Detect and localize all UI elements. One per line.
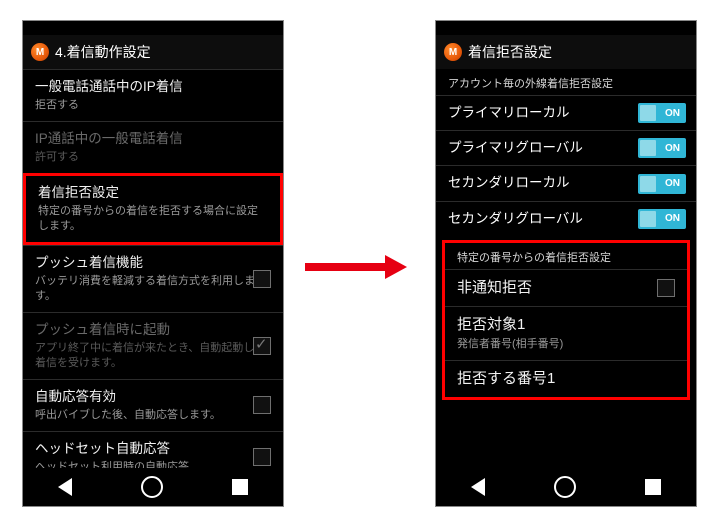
row-ip-in-call[interactable]: 一般電話通話中のIP着信 拒否する	[23, 69, 283, 121]
arrow-icon	[305, 255, 415, 279]
row-push[interactable]: プッシュ着信機能 バッテリ消費を軽減する着信方式を利用します。	[23, 245, 283, 312]
row-title: 拒否する番号1	[457, 369, 675, 389]
recent-icon[interactable]	[645, 479, 661, 495]
toggle-label: ON	[665, 108, 680, 119]
back-icon[interactable]	[471, 478, 485, 496]
row-sub: 拒否する	[35, 98, 271, 113]
settings-list: 一般電話通話中のIP着信 拒否する IP通話中の一般電話着信 許可する 着信拒否…	[23, 69, 283, 468]
home-icon[interactable]	[141, 476, 163, 498]
toggle-on[interactable]: ON	[638, 174, 686, 194]
checkbox[interactable]	[253, 448, 271, 466]
checkbox-checked	[253, 337, 271, 355]
toggle-on[interactable]: ON	[638, 209, 686, 229]
app-bar: M 着信拒否設定	[436, 35, 696, 69]
app-icon: M	[444, 43, 462, 61]
row-title: 一般電話通話中のIP着信	[35, 78, 271, 96]
row-secondary-global[interactable]: セカンダリグローバル ON	[436, 201, 696, 236]
toggle-on[interactable]: ON	[638, 103, 686, 123]
row-reject-settings[interactable]: 着信拒否設定 特定の番号からの着信を拒否する場合に設定します。	[23, 173, 283, 245]
row-title: プッシュ着信時に起動	[35, 321, 271, 339]
section-header: アカウント毎の外線着信拒否設定	[436, 69, 696, 95]
row-sub: 呼出バイブした後、自動応答します。	[35, 408, 271, 423]
toggle-label: ON	[665, 213, 680, 224]
row-title: 拒否対象1	[457, 315, 675, 335]
row-headset[interactable]: ヘッドセット自動応答 ヘッドセット利用時の自動応答	[23, 431, 283, 468]
phone-right: M 着信拒否設定 アカウント毎の外線着信拒否設定 プライマリローカル ON プラ…	[435, 20, 697, 507]
row-gen-in-ip: IP通話中の一般電話着信 許可する	[23, 121, 283, 173]
checkbox[interactable]	[253, 270, 271, 288]
row-primary-local[interactable]: プライマリローカル ON	[436, 95, 696, 130]
app-bar: M 4.着信動作設定	[23, 35, 283, 69]
row-title: ヘッドセット自動応答	[35, 440, 271, 458]
row-secondary-local[interactable]: セカンダリローカル ON	[436, 165, 696, 200]
row-anonymous-reject[interactable]: 非通知拒否	[445, 269, 687, 306]
row-title: 着信拒否設定	[38, 184, 268, 202]
reject-number-group: 特定の番号からの着信拒否設定 非通知拒否 拒否対象1 発信者番号(相手番号) 拒…	[442, 240, 690, 401]
row-sub: 許可する	[35, 150, 271, 165]
row-reject-number-1[interactable]: 拒否する番号1	[445, 360, 687, 397]
phone-left: M 4.着信動作設定 一般電話通話中のIP着信 拒否する IP通話中の一般電話着…	[22, 20, 284, 507]
toggle-on[interactable]: ON	[638, 138, 686, 158]
row-reject-target-1[interactable]: 拒否対象1 発信者番号(相手番号)	[445, 306, 687, 360]
nav-bar	[436, 468, 696, 506]
app-icon: M	[31, 43, 49, 61]
status-bar	[436, 21, 696, 35]
row-title: IP通話中の一般電話着信	[35, 130, 271, 148]
settings-list: アカウント毎の外線着信拒否設定 プライマリローカル ON プライマリグローバル …	[436, 69, 696, 468]
appbar-title: 着信拒否設定	[468, 42, 552, 62]
row-title: 自動応答有効	[35, 388, 271, 406]
status-bar	[23, 21, 283, 35]
section-header: 特定の番号からの着信拒否設定	[445, 243, 687, 269]
toggle-label: ON	[665, 178, 680, 189]
checkbox[interactable]	[253, 396, 271, 414]
row-sub: 発信者番号(相手番号)	[457, 337, 675, 352]
row-title: プッシュ着信機能	[35, 254, 271, 272]
row-auto-answer[interactable]: 自動応答有効 呼出バイブした後、自動応答します。	[23, 379, 283, 431]
row-sub: 特定の番号からの着信を拒否する場合に設定します。	[38, 204, 268, 234]
row-title: 非通知拒否	[457, 278, 675, 298]
nav-bar	[23, 468, 283, 506]
row-sub: アプリ終了中に着信が来たとき、自動起動して着信を受けます。	[35, 341, 271, 371]
row-push-wake: プッシュ着信時に起動 アプリ終了中に着信が来たとき、自動起動して着信を受けます。	[23, 312, 283, 379]
appbar-title: 4.着信動作設定	[55, 42, 151, 62]
checkbox[interactable]	[657, 279, 675, 297]
back-icon[interactable]	[58, 478, 72, 496]
row-sub: バッテリ消費を軽減する着信方式を利用します。	[35, 274, 271, 304]
row-primary-global[interactable]: プライマリグローバル ON	[436, 130, 696, 165]
home-icon[interactable]	[554, 476, 576, 498]
row-sub: ヘッドセット利用時の自動応答	[35, 460, 271, 468]
recent-icon[interactable]	[232, 479, 248, 495]
toggle-label: ON	[665, 143, 680, 154]
